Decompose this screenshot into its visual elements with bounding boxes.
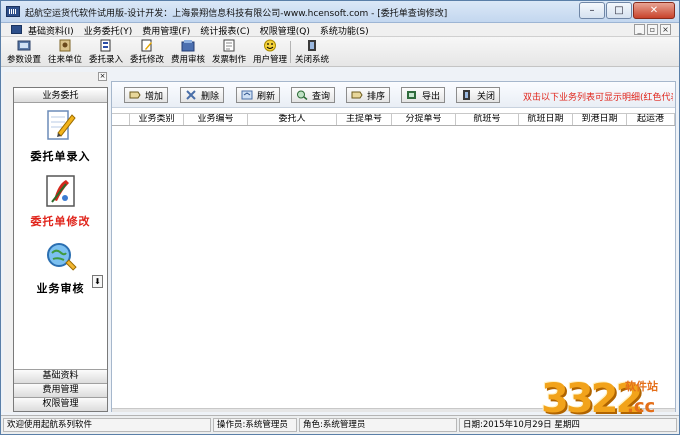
menu-bar: 基础资料(I) 业务委托(Y) 费用管理(F) 统计报表(C) 权限管理(Q) … — [1, 23, 679, 37]
nav-scroll-down-arrow[interactable]: ⬇ — [92, 275, 103, 288]
app-window: 起航空运货代软件试用版-设计开发：上海景翔信息科技有限公司-www.hcenso… — [0, 0, 680, 435]
menu-permissions[interactable]: 权限管理(Q) — [259, 24, 311, 37]
magnifier-globe-icon — [44, 241, 78, 275]
order-edit-icon — [140, 39, 154, 52]
status-welcome: 欢迎使用起航系列软件 — [3, 418, 211, 432]
mdi-restore-button[interactable]: ▫ — [647, 24, 658, 35]
export-icon — [406, 90, 418, 100]
add-button[interactable]: 增加 — [124, 87, 169, 103]
search-icon — [296, 90, 308, 100]
exit-system-button[interactable]: 关闭系统 — [293, 39, 331, 65]
close-window-button[interactable]: ✕ — [633, 2, 675, 19]
column-header[interactable]: 委托人 — [248, 114, 337, 125]
refresh-button[interactable]: 刷新 — [236, 87, 281, 103]
grid-header-row: 业务类别 业务编号 委托人 主提单号 分提单号 航班号 航班日期 到港日期 起运… — [112, 113, 675, 126]
column-header[interactable]: 航班号 — [456, 114, 519, 125]
nav-item-order-entry[interactable]: 委托单录入 — [14, 109, 107, 164]
column-header[interactable]: 业务类别 — [130, 114, 184, 125]
row-selector-header — [112, 114, 130, 125]
column-header[interactable]: 航班日期 — [519, 114, 573, 125]
menu-basic-data[interactable]: 基础资料(I) — [27, 24, 75, 37]
double-click-hint: 双击以下业务列表可显示明细(红色代表 — [523, 93, 673, 103]
column-header[interactable]: 分提单号 — [392, 114, 456, 125]
minimize-button[interactable]: – — [579, 2, 605, 19]
nav-group-basic-data[interactable]: 基础资料 — [14, 369, 107, 383]
notepad-pencil-icon — [44, 109, 78, 143]
order-edit-button[interactable]: 委托修改 — [128, 39, 166, 65]
main-toolbar: 参数设置 往来单位 委托录入 委托修改 费用审核 发票制作 用户管理 关闭系统 — [1, 37, 679, 67]
column-header[interactable]: 主提单号 — [337, 114, 392, 125]
partners-icon — [58, 39, 72, 52]
delete-icon — [185, 90, 197, 100]
add-icon — [129, 90, 141, 100]
partners-button[interactable]: 往来单位 — [46, 39, 84, 65]
settings-button[interactable]: 参数设置 — [5, 39, 43, 65]
fee-audit-button[interactable]: 费用审核 — [169, 39, 207, 65]
smiley-user-icon — [263, 39, 277, 52]
invoice-icon — [222, 39, 236, 52]
left-nav-container: × 业务委托 委托单录入 委托单修改 业务审核 ⬇ 基础资料 费用管理 权限管理 — [4, 72, 108, 412]
mdi-close-button[interactable]: × — [660, 24, 671, 35]
refresh-icon — [241, 90, 253, 100]
maximize-button[interactable]: □ — [606, 2, 632, 19]
window-controls: – □ ✕ — [579, 2, 675, 19]
sort-icon — [351, 90, 363, 100]
nav-item-order-edit[interactable]: 委托单修改 — [14, 174, 107, 229]
toolbar-separator — [290, 41, 291, 63]
exit-door-icon — [305, 39, 319, 52]
menu-system[interactable]: 系统功能(S) — [319, 24, 370, 37]
order-entry-icon — [99, 39, 113, 52]
nav-group-fees[interactable]: 费用管理 — [14, 383, 107, 397]
mdi-minimize-button[interactable]: _ — [634, 24, 645, 35]
app-icon — [6, 6, 20, 17]
menu-business[interactable]: 业务委托(Y) — [83, 24, 134, 37]
column-header[interactable]: 起运港 — [627, 114, 675, 125]
settings-icon — [17, 39, 31, 52]
window-title: 起航空运货代软件试用版-设计开发：上海景翔信息科技有限公司-www.hcenso… — [25, 9, 448, 19]
site-watermark: 3322 软件站 .cc — [541, 376, 658, 422]
column-header[interactable]: 业务编号 — [184, 114, 248, 125]
menu-reports[interactable]: 统计报表(C) — [199, 24, 250, 37]
mdi-child-icon[interactable] — [11, 25, 22, 34]
nav-group-business[interactable]: 业务委托 — [14, 90, 107, 103]
delete-button[interactable]: 删除 — [180, 87, 225, 103]
status-role: 角色:系统管理员 — [299, 418, 457, 432]
close-button[interactable]: 关闭 — [456, 87, 501, 103]
outlook-nav-panel: 业务委托 委托单录入 委托单修改 业务审核 ⬇ 基础资料 费用管理 权限管理 — [13, 87, 108, 412]
status-operator: 操作员:系统管理员 — [213, 418, 297, 432]
order-query-panel: 增加 删除 刷新 查询 排序 导出 关闭 双击以下业务列表可显示明细(红色代表 … — [111, 81, 676, 412]
fee-audit-icon — [181, 39, 195, 52]
close-door-icon — [461, 90, 473, 100]
nav-close-button[interactable]: × — [98, 72, 107, 81]
search-button[interactable]: 查询 — [291, 87, 336, 103]
action-toolbar: 增加 删除 刷新 查询 排序 导出 关闭 双击以下业务列表可显示明细(红色代表 — [112, 82, 675, 108]
nav-group-permissions[interactable]: 权限管理 — [14, 397, 107, 411]
user-admin-button[interactable]: 用户管理 — [251, 39, 289, 65]
menu-fees[interactable]: 费用管理(F) — [141, 24, 191, 37]
edit-document-icon — [44, 174, 78, 208]
title-bar: 起航空运货代软件试用版-设计开发：上海景翔信息科技有限公司-www.hcenso… — [1, 1, 679, 23]
column-header[interactable]: 到港日期 — [573, 114, 627, 125]
order-entry-button[interactable]: 委托录入 — [87, 39, 125, 65]
export-button[interactable]: 导出 — [401, 87, 446, 103]
invoice-button[interactable]: 发票制作 — [210, 39, 248, 65]
sort-button[interactable]: 排序 — [346, 87, 391, 103]
